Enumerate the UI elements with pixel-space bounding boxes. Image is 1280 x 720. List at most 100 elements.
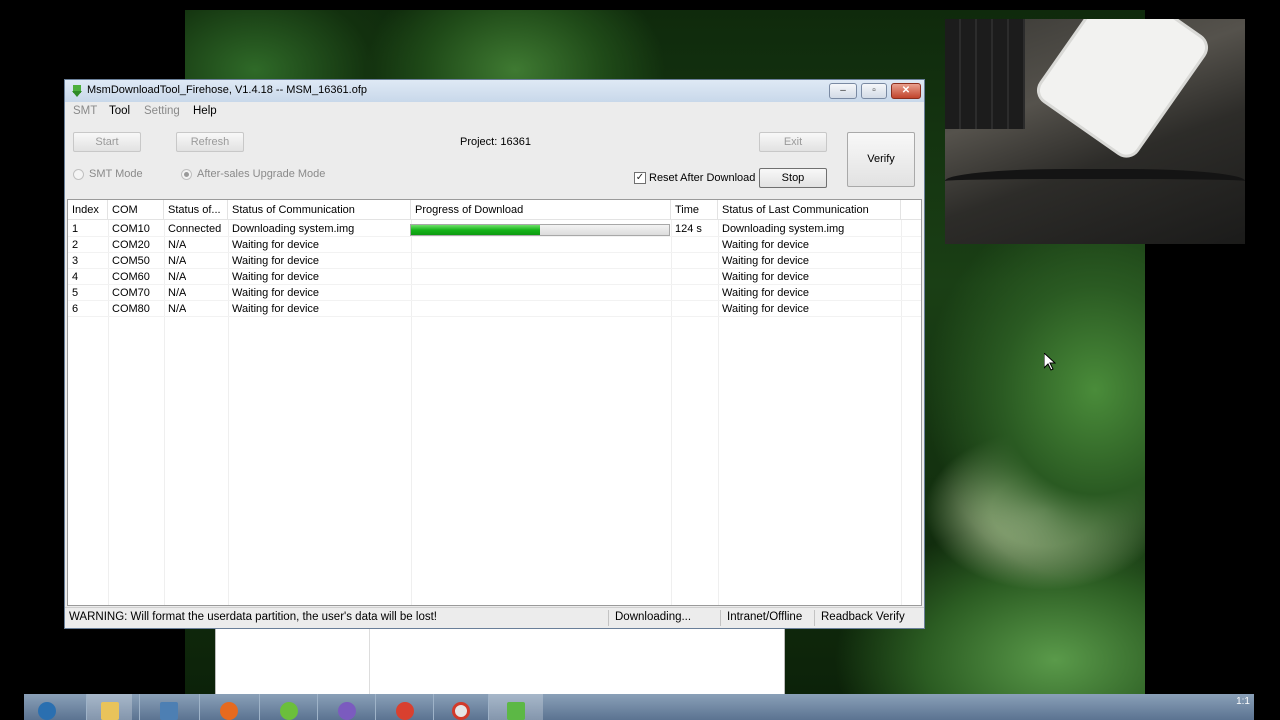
chrome-icon xyxy=(396,702,414,720)
divider xyxy=(369,626,370,696)
cell-time xyxy=(671,237,675,253)
minimize-icon: – xyxy=(840,85,846,96)
system-clock[interactable]: 1:1 xyxy=(1236,696,1250,707)
cell-index: 6 xyxy=(72,303,79,315)
column-header-communication[interactable]: Status of Communication xyxy=(228,200,411,220)
cell-status: N/A xyxy=(168,271,187,283)
column-header-status[interactable]: Status of... xyxy=(164,200,228,220)
cell-time xyxy=(671,253,675,269)
cell-index: 3 xyxy=(72,255,79,267)
target-icon xyxy=(452,702,470,720)
cable-image xyxy=(945,169,1245,199)
column-header-time[interactable]: Time xyxy=(671,200,718,220)
minimize-button[interactable]: – xyxy=(829,83,857,99)
readback-verify: Readback Verify xyxy=(821,611,905,623)
cell-time xyxy=(671,269,675,285)
cell-time xyxy=(671,285,675,301)
cell-communication: Waiting for device xyxy=(232,287,320,299)
warning-text: WARNING: Will format the userdata partit… xyxy=(69,611,437,623)
taskbar: 1:1 xyxy=(24,694,1254,720)
cell-status: N/A xyxy=(168,255,187,267)
taskbar-item[interactable] xyxy=(317,694,375,720)
project-label: Project: 16361 xyxy=(460,136,531,148)
progress-fill xyxy=(411,225,540,235)
cell-index: 5 xyxy=(72,287,79,299)
app-window: MsmDownloadTool_Firehose, V1.4.18 -- MSM… xyxy=(64,79,925,629)
cell-last-communication: Waiting for device xyxy=(722,239,810,251)
cell-communication: Waiting for device xyxy=(232,303,320,315)
status-divider xyxy=(814,610,815,626)
aftersales-mode-label: After-sales Upgrade Mode xyxy=(197,168,326,180)
column-header-progress[interactable]: Progress of Download xyxy=(411,200,671,220)
reset-after-download-checkbox[interactable]: ✓ Reset After Download xyxy=(634,172,755,184)
download-app-icon xyxy=(72,85,82,97)
smt-mode-label: SMT Mode xyxy=(89,168,143,180)
cell-time xyxy=(671,301,675,317)
close-button[interactable]: ✕ xyxy=(891,83,921,99)
title-bar[interactable]: MsmDownloadTool_Firehose, V1.4.18 -- MSM… xyxy=(65,80,924,102)
taskbar-msmdownload-button[interactable] xyxy=(488,694,543,720)
menu-smt[interactable]: SMT xyxy=(73,105,97,117)
webcam-overlay xyxy=(945,19,1245,244)
cell-communication: Downloading system.img xyxy=(232,223,355,235)
start-button[interactable]: Start xyxy=(73,132,141,152)
refresh-button[interactable]: Refresh xyxy=(176,132,244,152)
column-header-com[interactable]: COM xyxy=(108,200,164,220)
phone-image xyxy=(1035,19,1210,160)
table-row[interactable]: 6 COM80 N/A Waiting for device Waiting for d… xyxy=(68,301,921,317)
start-orb-icon[interactable] xyxy=(38,702,56,720)
download-progress-bar xyxy=(410,224,670,236)
cell-index: 1 xyxy=(72,223,79,235)
download-state: Downloading... xyxy=(615,611,692,623)
device-table: Index COM Status of... Status of Communi… xyxy=(67,199,922,606)
menu-tool[interactable]: Tool xyxy=(109,105,130,117)
status-divider xyxy=(720,610,721,626)
taskbar-item[interactable] xyxy=(433,694,488,720)
menu-setting[interactable]: Setting xyxy=(144,105,180,117)
smt-mode-radio[interactable]: SMT Mode xyxy=(73,168,143,180)
table-header: Index COM Status of... Status of Communi… xyxy=(68,200,921,220)
radio-indicator xyxy=(73,168,84,180)
taskbar-explorer-button[interactable] xyxy=(86,694,132,720)
cell-last-communication: Waiting for device xyxy=(722,271,810,283)
menu-help[interactable]: Help xyxy=(193,105,217,117)
verify-button[interactable]: Verify xyxy=(847,132,915,187)
table-row[interactable]: 1 COM10 Connected Downloading system.img 124… xyxy=(68,221,921,237)
stop-button[interactable]: Stop xyxy=(759,168,827,188)
taskbar-firefox-button[interactable] xyxy=(199,694,259,720)
cell-com: COM50 xyxy=(112,255,150,267)
close-icon: ✕ xyxy=(901,85,911,96)
background-window[interactable] xyxy=(215,625,785,696)
cell-status: N/A xyxy=(168,239,187,251)
cell-com: COM20 xyxy=(112,239,150,251)
taskbar-chrome-button[interactable] xyxy=(375,694,433,720)
column-header-last-communication[interactable]: Status of Last Communication xyxy=(718,200,901,220)
cell-last-communication: Waiting for device xyxy=(722,287,810,299)
column-header-index[interactable]: Index xyxy=(68,200,108,220)
table-row[interactable]: 2 COM20 N/A Waiting for device Waiting for d… xyxy=(68,237,921,253)
checkmark-icon: ✓ xyxy=(634,172,646,184)
table-row[interactable]: 4 COM60 N/A Waiting for device Waiting for d… xyxy=(68,269,921,285)
aftersales-mode-radio[interactable]: After-sales Upgrade Mode xyxy=(181,168,325,180)
cell-status: Connected xyxy=(168,223,222,235)
cell-com: COM10 xyxy=(112,223,150,235)
network-mode: Intranet/Offline xyxy=(727,611,803,623)
table-row[interactable]: 5 COM70 N/A Waiting for device Waiting for d… xyxy=(68,285,921,301)
reset-after-download-label: Reset After Download xyxy=(649,172,756,184)
status-bar: WARNING: Will format the userdata partit… xyxy=(65,607,924,628)
cell-com: COM60 xyxy=(112,271,150,283)
cell-last-communication: Downloading system.img xyxy=(722,223,845,235)
app-icon xyxy=(338,702,356,720)
firefox-icon xyxy=(220,702,238,720)
taskbar-item[interactable] xyxy=(139,694,199,720)
cell-communication: Waiting for device xyxy=(232,271,320,283)
maximize-button[interactable]: ▫ xyxy=(861,83,887,99)
taskbar-item[interactable] xyxy=(259,694,317,720)
exit-button[interactable]: Exit xyxy=(759,132,827,152)
cell-time: 124 s xyxy=(675,223,702,235)
table-row[interactable]: 3 COM50 N/A Waiting for device Waiting for d… xyxy=(68,253,921,269)
cell-communication: Waiting for device xyxy=(232,239,320,251)
cell-index: 4 xyxy=(72,271,79,283)
cell-last-communication: Waiting for device xyxy=(722,255,810,267)
cell-last-communication: Waiting for device xyxy=(722,303,810,315)
